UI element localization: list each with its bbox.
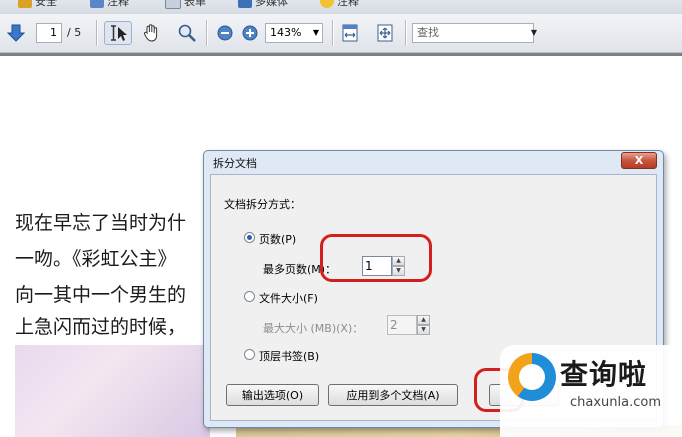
bookmark-radio-label[interactable]: 顶层书签(B) [259, 348, 319, 364]
comment-icon [320, 0, 334, 8]
document-text-line: 现在早忘了当时为什 [15, 212, 187, 234]
spin-down-icon[interactable]: ▼ [417, 325, 430, 335]
fit-width-icon [342, 24, 358, 42]
watermark-title: 查询啦 [560, 358, 648, 391]
watermark: 查询啦 chaxunla.com [500, 345, 682, 437]
document-text-line: 一吻。《彩虹公主》 [15, 248, 177, 270]
fit-page-icon [377, 24, 393, 42]
apply-multiple-button[interactable]: 应用到多个文档(A) [328, 384, 458, 406]
dialog-title: 拆分文档 [213, 157, 257, 170]
zoom-out-button[interactable] [213, 21, 237, 45]
menu-item-multimedia[interactable]: 多媒体 [238, 0, 288, 9]
pages-radio-label[interactable]: 页数(P) [259, 231, 296, 247]
split-method-label: 文档拆分方式： [224, 198, 301, 211]
zoom-out-icon [217, 25, 233, 41]
lock-icon [18, 0, 32, 8]
document-image [15, 345, 210, 437]
zoom-in-button[interactable] [238, 21, 262, 45]
page-total: / 5 [67, 26, 82, 39]
max-size-field[interactable]: 2 [387, 315, 417, 335]
fit-page-button[interactable] [373, 21, 397, 45]
menu-item-annotate[interactable]: 注释 [90, 0, 129, 9]
pen-icon [90, 0, 104, 8]
arrow-down-icon [6, 24, 26, 42]
hand-icon [144, 24, 158, 42]
highlight-circle [320, 234, 432, 282]
page-number-input[interactable]: 1 [36, 23, 62, 43]
form-icon [165, 0, 181, 9]
chevron-down-icon: ▼ [530, 28, 537, 37]
chevron-down-icon: ▼ [312, 28, 319, 37]
document-text-line: 向一其中一个男生的 [15, 284, 187, 306]
next-page-button[interactable] [4, 21, 28, 45]
film-icon [238, 0, 252, 8]
select-tool-button[interactable] [104, 21, 132, 45]
text-cursor-icon [111, 25, 127, 41]
menu-bar: 安全 注释 表单 多媒体 注释 [0, 0, 682, 14]
toolbar-shadow [0, 53, 682, 56]
spin-up-icon[interactable]: ▲ [417, 315, 430, 325]
close-icon: X [634, 154, 644, 167]
magnifier-icon [178, 24, 196, 42]
zoom-level-select[interactable]: 143% ▼ [265, 23, 323, 43]
menu-item-comments[interactable]: 注释 [320, 0, 359, 9]
fit-width-button[interactable] [338, 21, 362, 45]
max-size-stepper[interactable]: 2 ▲ ▼ [387, 315, 430, 335]
menu-item-security[interactable]: 安全 [18, 0, 57, 9]
document-text-line: 上急闪而过的时候， [15, 316, 187, 338]
menu-item-forms[interactable]: 表单 [165, 0, 206, 9]
zoom-in-icon [242, 25, 258, 41]
zoom-tool-button[interactable] [175, 21, 199, 45]
bookmark-radio[interactable] [244, 349, 255, 360]
output-options-button[interactable]: 输出选项(O) [226, 384, 319, 406]
search-input[interactable]: 查找 ▼ [412, 23, 537, 43]
filesize-radio[interactable] [244, 291, 255, 302]
hand-tool-button[interactable] [139, 21, 163, 45]
close-button[interactable]: X [621, 152, 657, 169]
toolbar: 1 / 5 143% ▼ 查找 ▼ [0, 14, 682, 53]
filesize-radio-label[interactable]: 文件大小(F) [259, 290, 318, 306]
max-size-label: 最大大小 (MB)(X)： [263, 322, 364, 335]
watermark-logo [508, 353, 556, 401]
watermark-url: chaxunla.com [570, 395, 661, 410]
pages-radio[interactable] [244, 232, 255, 243]
